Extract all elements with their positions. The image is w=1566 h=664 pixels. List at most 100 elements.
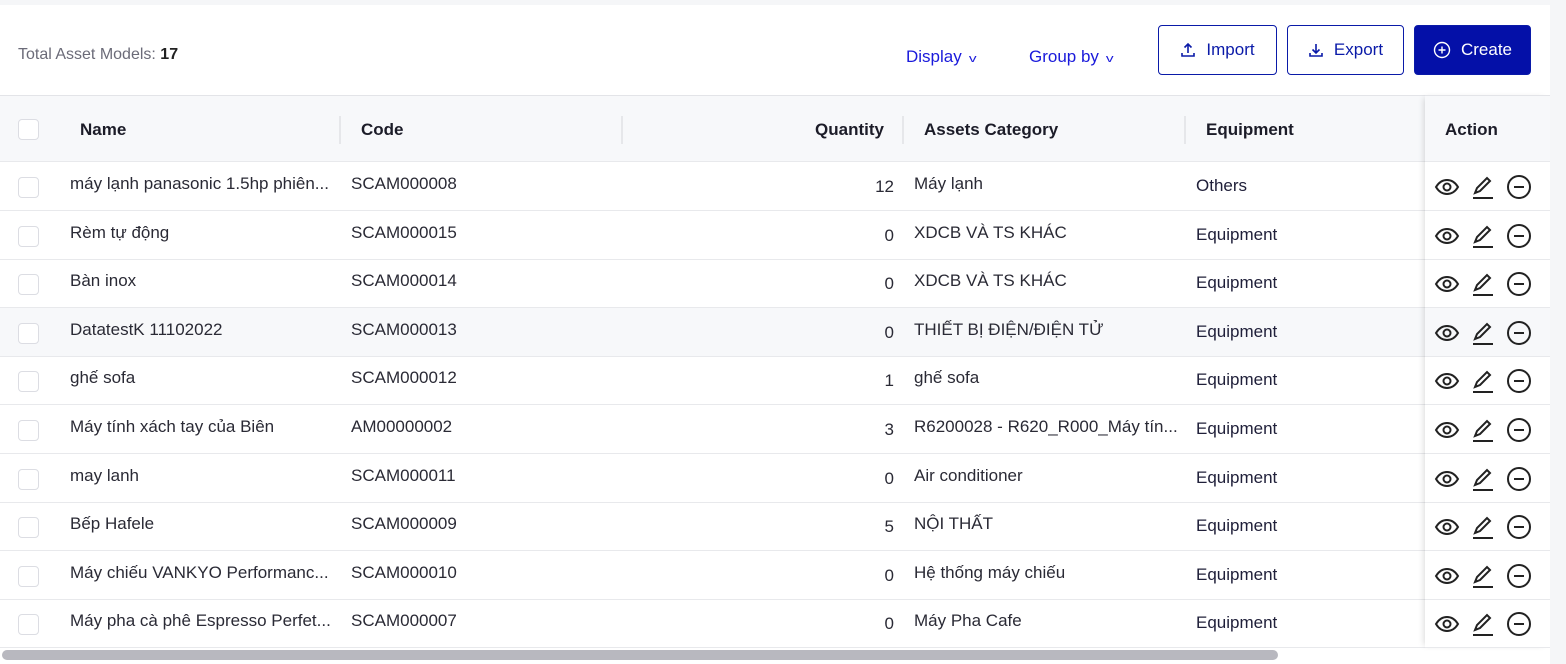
cell-assets-category: Máy lạnh <box>914 174 983 193</box>
display-dropdown[interactable]: Display v <box>906 47 977 67</box>
column-divider <box>339 116 341 144</box>
import-label: Import <box>1206 40 1255 59</box>
column-divider <box>1184 116 1186 144</box>
cell-equipment: Equipment <box>1196 321 1278 341</box>
horizontal-scrollbar[interactable] <box>2 650 1278 660</box>
cell-code: SCAM000008 <box>351 174 457 193</box>
row-checkbox[interactable] <box>18 565 39 587</box>
cell-code: SCAM000007 <box>351 611 457 631</box>
cell-code: SCAM000015 <box>351 222 457 242</box>
cell-assets-category: R6200028 - R620_R000_Máy tín... <box>914 417 1178 436</box>
table-row[interactable]: ghế sofa SCAM000012 1 ghế sofa Equipment <box>0 356 1550 406</box>
cell-quantity: 0 <box>884 565 894 585</box>
cell-equipment: Equipment <box>1196 467 1278 487</box>
cell-name: Máy pha cà phê Espresso Perfet... <box>70 611 331 631</box>
cell-equipment: Equipment <box>1196 516 1278 536</box>
table-row[interactable]: Máy chiếu VANKYO Performanc... SCAM00001… <box>0 551 1550 600</box>
cell-name: ghế sofa <box>70 368 136 388</box>
total-label: Total Asset Models: <box>18 46 156 63</box>
table-row[interactable]: Rèm tự động SCAM000015 0 XDCB VÀ TS KHÁC… <box>0 211 1550 260</box>
cell-name: Máy tính xách tay của Biên <box>70 417 275 436</box>
table-row[interactable]: DatatestK 11102022 SCAM000013 0 THIẾT BỊ… <box>0 307 1550 357</box>
table-row[interactable]: Máy tính xách tay của Biên AM00000002 3 … <box>0 405 1550 454</box>
table-row[interactable]: may lanh SCAM000011 0 Air conditioner Eq… <box>0 454 1550 503</box>
column-divider <box>902 116 904 144</box>
cell-equipment: Equipment <box>1196 419 1278 438</box>
cell-assets-category: Máy Pha Cafe <box>914 611 1022 631</box>
cell-quantity: 12 <box>875 177 894 196</box>
row-checkbox[interactable] <box>18 468 39 490</box>
cell-equipment: Equipment <box>1196 613 1278 633</box>
cell-assets-category: THIẾT BỊ ĐIỆN/ĐIỆN TỬ <box>914 319 1104 339</box>
cell-assets-category: XDCB VÀ TS KHÁC <box>914 271 1067 291</box>
cell-assets-category: ghế sofa <box>914 368 980 388</box>
cell-name: máy lạnh panasonic 1.5hp phiên... <box>70 174 329 193</box>
row-checkbox[interactable] <box>18 274 39 296</box>
cell-quantity: 5 <box>884 517 894 537</box>
cell-code: SCAM000009 <box>351 514 457 534</box>
cell-assets-category: XDCB VÀ TS KHÁC <box>914 222 1067 242</box>
row-checkbox[interactable] <box>18 420 39 441</box>
group-by-dropdown[interactable]: Group by v <box>1029 47 1114 67</box>
table-row[interactable]: Bếp Hafele SCAM000009 5 NỘI THẤT Equipme… <box>0 502 1550 552</box>
cell-name: DatatestK 11102022 <box>70 319 223 339</box>
cell-code: SCAM000014 <box>351 271 457 291</box>
create-button[interactable]: Create <box>1414 25 1531 75</box>
cell-assets-category: NỘI THẤT <box>914 514 994 534</box>
cell-equipment: Others <box>1196 176 1248 195</box>
download-icon <box>1309 44 1323 57</box>
cell-quantity: 0 <box>884 274 894 294</box>
row-checkbox[interactable] <box>18 225 39 247</box>
group-by-label: Group by <box>1029 47 1099 66</box>
cell-equipment: Equipment <box>1196 564 1278 584</box>
cell-code: AM00000002 <box>351 417 453 436</box>
cell-quantity: 0 <box>884 468 894 488</box>
cell-code: SCAM000012 <box>351 368 457 388</box>
cell-equipment: Equipment <box>1196 370 1278 390</box>
cell-name: Rèm tự động <box>70 222 170 242</box>
table-row[interactable]: Bàn inox SCAM000014 0 XDCB VÀ TS KHÁC Eq… <box>0 259 1550 309</box>
cell-name: Máy chiếu VANKYO Performanc... <box>70 562 329 582</box>
total-asset-models: Total Asset Models: 17 <box>18 46 178 64</box>
export-button[interactable]: Export <box>1287 25 1404 75</box>
import-button[interactable]: Import <box>1158 25 1277 75</box>
cell-name: may lanh <box>70 465 139 485</box>
cell-assets-category: Hệ thống máy chiếu <box>914 562 1066 582</box>
column-name[interactable]: Name <box>80 120 126 140</box>
cell-equipment: Equipment <box>1196 224 1278 244</box>
cell-code: SCAM000011 <box>351 465 456 485</box>
cell-name: Bàn inox <box>70 271 137 291</box>
cell-name: Bếp Hafele <box>70 514 155 534</box>
cell-quantity: 0 <box>884 225 894 245</box>
cell-equipment: Equipment <box>1196 273 1278 293</box>
row-checkbox[interactable] <box>18 614 39 636</box>
upload-icon <box>1181 42 1196 57</box>
row-checkbox[interactable] <box>18 371 39 393</box>
plus-circle-icon <box>1433 41 1451 59</box>
column-divider <box>621 116 623 144</box>
table-row[interactable]: Máy pha cà phê Espresso Perfet... SCAM00… <box>0 599 1550 649</box>
display-label: Display <box>906 47 962 66</box>
column-code[interactable]: Code <box>361 120 404 140</box>
table-header: Name Code Quantity Assets Category Equip… <box>0 95 1550 162</box>
chevron-down-icon: v <box>968 53 977 65</box>
create-label: Create <box>1460 40 1513 59</box>
cell-assets-category: Air conditioner <box>914 465 1023 485</box>
cell-quantity: 0 <box>884 614 894 634</box>
column-equipment[interactable]: Equipment <box>1206 120 1294 140</box>
row-checkbox[interactable] <box>18 517 39 539</box>
cell-quantity: 0 <box>884 322 894 342</box>
cell-code: SCAM000010 <box>351 562 457 582</box>
column-assets-category[interactable]: Assets Category <box>924 120 1058 140</box>
column-quantity[interactable]: Quantity <box>815 120 884 140</box>
table-row[interactable]: máy lạnh panasonic 1.5hp phiên... SCAM00… <box>0 162 1550 211</box>
select-all-checkbox[interactable] <box>18 119 39 140</box>
action-column-shadow <box>1425 95 1550 648</box>
cell-code: SCAM000013 <box>351 319 457 339</box>
total-count: 17 <box>160 46 179 63</box>
export-label: Export <box>1333 40 1384 59</box>
row-checkbox[interactable] <box>18 322 39 344</box>
cell-quantity: 1 <box>884 371 894 391</box>
row-checkbox[interactable] <box>18 177 39 198</box>
chevron-down-icon: v <box>1105 53 1114 65</box>
